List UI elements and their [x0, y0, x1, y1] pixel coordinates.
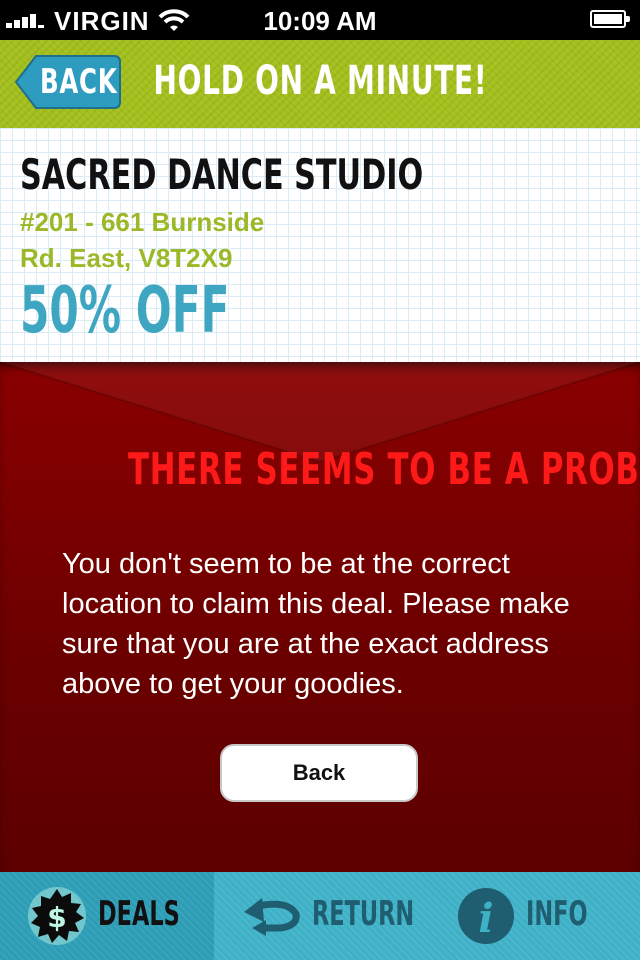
problem-back-button[interactable]: Back — [220, 744, 418, 802]
tab-info-label: INFO — [526, 894, 588, 934]
problem-heading: THERE SEEMS TO BE A PROBLEM. — [128, 444, 640, 495]
battery-icon — [590, 10, 630, 28]
venue-name: SACRED DANCE STUDIO — [20, 150, 424, 199]
problem-message: You don't seem to be at the correct loca… — [62, 548, 570, 700]
venue-address: #201 - 661 Burnside Rd. East, V8T2X9 — [20, 204, 320, 276]
info-icon: i — [458, 888, 514, 944]
page-title: HOLD ON A MINUTE! — [153, 58, 487, 104]
address-line-2: Rd. East, V8T2X9 — [20, 243, 233, 273]
tab-deals-label: DEALS — [98, 894, 180, 934]
problem-panel: THERE SEEMS TO BE A PROBLEM. You don't s… — [0, 362, 640, 872]
return-arrow-icon — [244, 898, 300, 936]
tab-deals[interactable]: $ DEALS — [0, 872, 214, 960]
deal-discount: 50% OFF — [20, 274, 230, 348]
tab-return[interactable]: RETURN — [214, 872, 426, 960]
address-line-1: #201 - 661 Burnside — [20, 207, 265, 237]
venue-details: SACRED DANCE STUDIO #201 - 661 Burnside … — [0, 128, 640, 362]
status-time: 10:09 AM — [263, 6, 377, 36]
status-bar: VIRGIN 10:09 AM — [0, 0, 640, 40]
tab-bar: $ DEALS RETURN i INFO — [0, 872, 640, 960]
dollar-badge-icon: $ — [28, 887, 86, 945]
svg-text:$: $ — [47, 901, 66, 934]
svg-text:i: i — [478, 895, 493, 942]
tab-return-label: RETURN — [312, 894, 415, 934]
navigation-bar: BACK HOLD ON A MINUTE! — [0, 40, 640, 128]
tab-info[interactable]: i INFO — [426, 872, 640, 960]
